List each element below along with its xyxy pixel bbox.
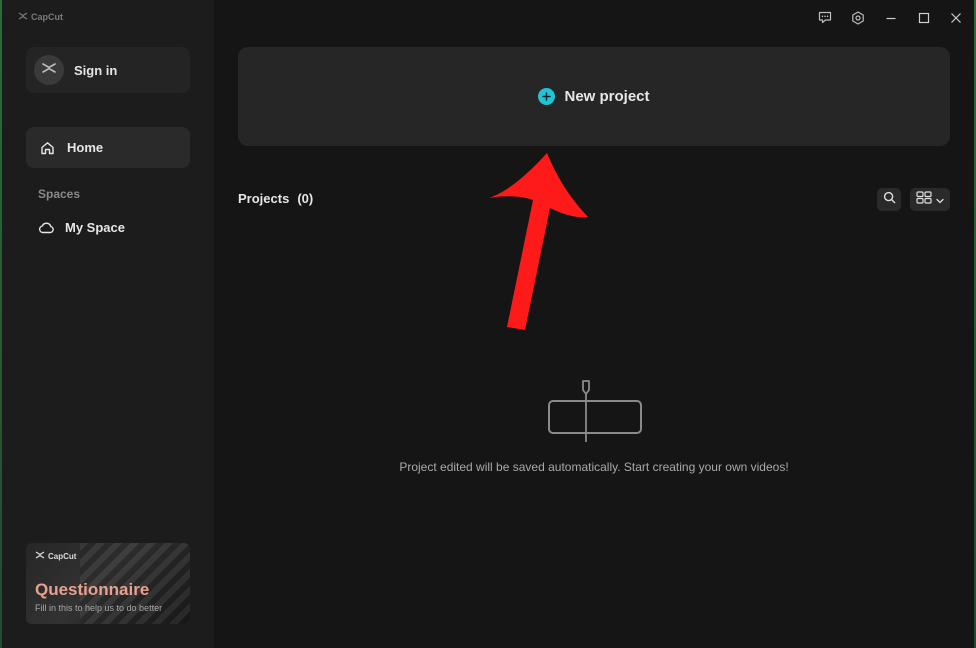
sidebar-item-my-space[interactable]: My Space (26, 212, 190, 242)
questionnaire-banner[interactable]: CapCut Questionnaire Fill in this to hel… (26, 543, 190, 624)
close-button[interactable] (946, 10, 966, 30)
promo-subtitle: Fill in this to help us to do better (35, 603, 163, 613)
empty-projects-illustration (547, 378, 643, 449)
app-brand-label: CapCut (31, 12, 63, 22)
sign-in-button[interactable]: Sign in (26, 47, 190, 93)
view-mode-dropdown[interactable] (910, 188, 950, 211)
maximize-icon (918, 11, 930, 29)
close-icon (950, 11, 962, 29)
grid-view-icon (916, 190, 932, 209)
capcut-logo-icon (18, 12, 28, 22)
new-project-label: New project (564, 88, 650, 105)
capcut-window: CapCut Sign in Home Spaces My Space CapC… (2, 0, 974, 648)
sidebar-item-label: Home (67, 140, 104, 155)
empty-state-message: Project edited will be saved automatical… (399, 460, 789, 474)
sidebar-item-label: My Space (65, 219, 125, 235)
chevron-down-icon (936, 191, 944, 209)
app-brand: CapCut (18, 12, 63, 22)
projects-heading: Projects (0) (238, 191, 313, 206)
promo-title: Questionnaire (35, 580, 150, 599)
cloud-icon (38, 221, 55, 234)
plus-icon (538, 88, 556, 105)
sign-in-label: Sign in (74, 62, 118, 78)
promo-brand: CapCut (35, 551, 76, 561)
maximize-button[interactable] (914, 10, 934, 30)
projects-title: Projects (238, 191, 290, 206)
settings-button[interactable] (848, 10, 868, 30)
home-icon (40, 141, 55, 155)
feedback-icon (818, 11, 832, 29)
sidebar: CapCut Sign in Home Spaces My Space CapC… (2, 0, 214, 648)
projects-count: (0) (297, 191, 314, 206)
promo-brand-label: CapCut (48, 551, 77, 561)
settings-icon (851, 10, 865, 30)
search-projects-button[interactable] (877, 188, 901, 211)
main-content: New project Projects (0) Project edited … (214, 0, 974, 648)
sidebar-item-home[interactable]: Home (26, 127, 190, 168)
feedback-button[interactable] (815, 10, 835, 30)
capcut-logo-icon (42, 61, 56, 79)
spaces-heading: Spaces (38, 187, 81, 201)
minimize-icon (885, 11, 897, 29)
capcut-logo-icon (35, 551, 45, 561)
new-project-button[interactable]: New project (238, 47, 950, 146)
avatar (34, 55, 64, 85)
search-icon (883, 191, 896, 209)
minimize-button[interactable] (881, 10, 901, 30)
